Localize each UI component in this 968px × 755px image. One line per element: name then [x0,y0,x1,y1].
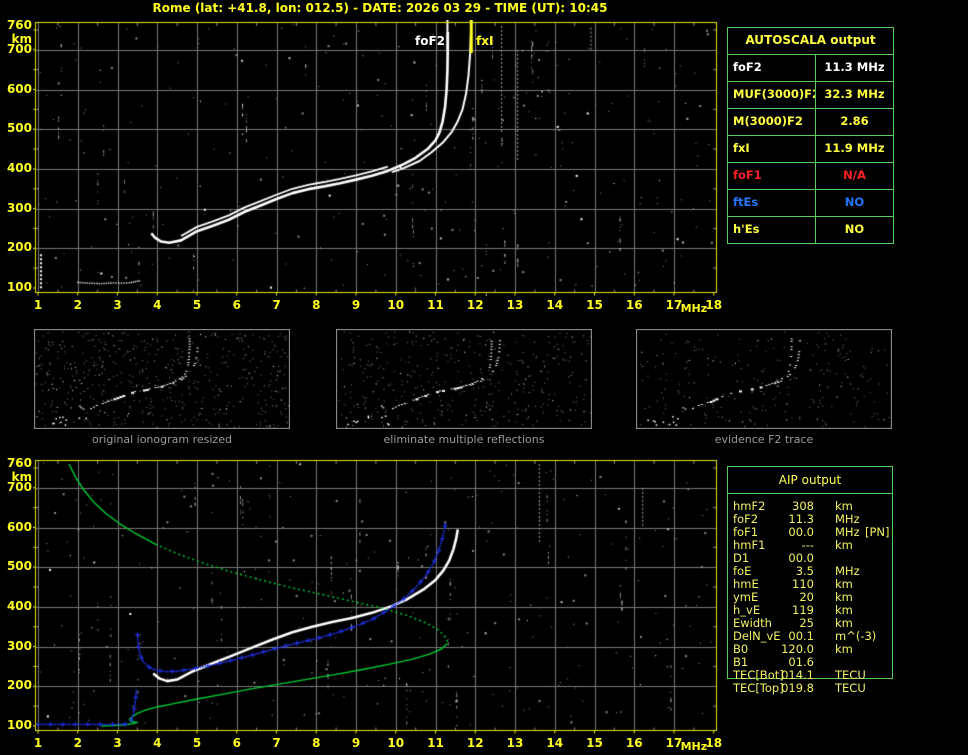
x-tick-label: 12 [466,298,484,312]
x-tick-label: 8 [312,298,321,312]
y-tick-label: 400 [6,598,32,613]
x-tick-label: 14 [546,298,564,312]
aip-output-rows: hmF2 308 km foF2 11.3 MHz foF1 00.0 MHz [PN] hmF1-… [727,500,893,695]
aip-header: AIP output [728,467,892,494]
y-tick-label: 500 [6,121,32,136]
measured-ionogram-plot [33,20,719,296]
fxI-marker-label: fxI [476,34,494,48]
x-axis-unit: MHz [680,740,708,753]
aip-row: TEC[Top] 019.8 TECU [727,682,893,695]
y-axis-unit: km [11,32,32,46]
table-row: MUF(3000)F2 32.3 MHz [728,81,893,108]
param-label: M(3000)F2 [728,109,816,135]
x-tick-label: 8 [312,736,321,750]
profile-plot [33,458,719,734]
param-label: foF2 [728,55,816,81]
x-axis-unit: MHz [680,302,708,315]
y-tick-label: 600 [6,519,32,534]
param-label: fxI [728,136,816,162]
x-tick-label: 4 [153,298,162,312]
param-value: N/A [843,168,866,182]
x-tick-label: 1 [33,298,43,312]
aip-unit: km [835,642,853,656]
aip-unit: TECU [835,681,866,695]
thumbnail-caption: eliminate multiple reflections [383,433,545,446]
table-row: foF2 11.3 MHz [728,55,893,81]
x-tick-label: 13 [506,298,524,312]
table-row: ftEs NO [728,189,893,216]
autoscala-screen: Rome (lat: +41.8, lon: 012.5) - DATE: 20… [0,0,968,755]
x-tick-label: 2 [73,298,82,312]
param-value: 11.3 MHz [824,60,885,74]
aip-extra: [PN] [865,525,890,539]
y-tick-label: 600 [6,81,32,96]
x-tick-label: 2 [73,736,82,750]
y-tick-label: 500 [6,559,32,574]
x-tick-label: 4 [153,736,162,750]
x-tick-label: 10 [387,298,405,312]
param-value: NO [844,222,865,236]
param-label: MUF(3000)F2 [728,82,816,108]
x-tick-label: 16 [625,298,643,312]
x-tick-label: 15 [586,736,603,750]
thumbnail-caption: original ionogram resized [92,433,232,446]
x-tick-label: 5 [192,298,202,312]
y-tick-label: 200 [6,678,32,693]
x-tick-label: 3 [113,298,122,312]
x-tick-label: 7 [272,298,281,312]
y-tick-label: 400 [6,160,32,175]
param-value: NO [844,195,865,209]
x-tick-label: 11 [427,298,444,312]
table-row: fxI 11.9 MHz [728,135,893,162]
x-tick-label: 9 [351,736,361,750]
x-tick-label: 7 [272,736,281,750]
y-tick-label: 300 [6,200,32,215]
x-tick-label: 16 [625,736,643,750]
param-value: 11.9 MHz [824,141,885,155]
thumbnail-evidence-f2-trace [636,329,892,429]
autoscala-table-header: AUTOSCALA output [728,28,893,55]
x-tick-label: 18 [705,298,723,312]
param-value: 2.86 [840,114,869,128]
x-tick-label: 14 [546,736,564,750]
x-tick-label: 9 [351,298,361,312]
page-title: Rome (lat: +41.8, lon: 012.5) - DATE: 20… [152,1,608,15]
x-tick-label: 1 [33,736,43,750]
aip-val: 019.8 [781,681,814,695]
autoscala-output-table: AUTOSCALA output foF2 11.3 MHz MUF(3000)… [727,27,894,244]
param-value: 32.3 MHz [824,87,885,101]
x-tick-label: 12 [466,736,484,750]
thumbnail-original-ionogram [34,329,290,429]
x-tick-label: 6 [232,298,241,312]
x-tick-label: 6 [232,736,241,750]
y-tick-label: 100 [6,718,32,732]
y-tick-label: 760 [6,18,32,32]
table-row: M(3000)F2 2.86 [728,108,893,135]
thumbnail-eliminate-reflections [336,329,592,429]
thumbnail-caption: evidence F2 trace [714,433,814,446]
table-row: h'Es NO [728,216,893,243]
y-axis-unit: km [11,470,32,484]
y-tick-label: 200 [6,240,32,255]
y-tick-label: 300 [6,638,32,653]
x-tick-label: 10 [387,736,405,750]
y-tick-label: 100 [6,280,32,294]
param-label: foF1 [728,163,816,189]
x-tick-label: 5 [192,736,202,750]
y-tick-label: 760 [6,456,32,470]
param-label: h'Es [728,217,816,243]
x-tick-label: 18 [705,736,723,750]
x-tick-label: 11 [427,736,444,750]
foF2-marker-label: foF2 [414,34,445,48]
x-tick-label: 15 [586,298,603,312]
x-tick-label: 13 [506,736,524,750]
table-row: foF1 N/A [728,162,893,189]
aip-unit: km [835,538,853,552]
param-label: ftEs [728,190,816,216]
x-tick-label: 3 [113,736,122,750]
